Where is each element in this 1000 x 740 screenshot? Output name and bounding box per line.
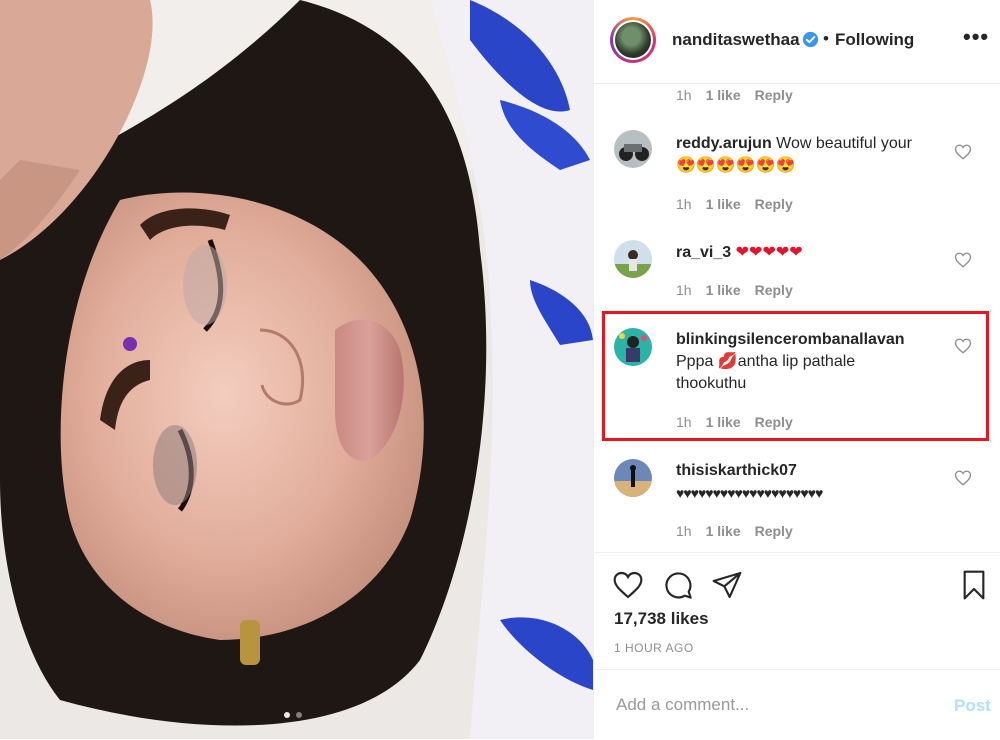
- comment-username[interactable]: blinkingsilencerombanallavan: [676, 331, 905, 348]
- comment-username[interactable]: ra_vi_3: [676, 244, 731, 261]
- comment-like-icon[interactable]: [954, 251, 972, 269]
- likes-count[interactable]: 17,738 likes: [614, 609, 709, 629]
- header-username[interactable]: nanditaswethaa: [672, 30, 800, 50]
- avatar[interactable]: [614, 328, 652, 366]
- verified-badge-icon: [802, 31, 819, 48]
- comment-text: reddy.arujun Wow beautiful your 😍😍😍😍😍😍: [676, 135, 912, 174]
- reply-button[interactable]: Reply: [755, 196, 793, 212]
- post-image: [0, 0, 593, 739]
- comment-text: ra_vi_3 ❤❤❤❤❤: [676, 242, 946, 264]
- emoji-row: 😍😍😍😍😍😍: [676, 157, 796, 174]
- reply-button[interactable]: Reply: [755, 282, 793, 298]
- carousel-indicator: [284, 712, 302, 718]
- comment-likes[interactable]: 1 like: [706, 414, 741, 430]
- comment-likes[interactable]: 1 like: [706, 282, 741, 298]
- comment-likes[interactable]: 1 like: [706, 523, 741, 539]
- bookmark-icon[interactable]: [958, 569, 990, 601]
- post-button[interactable]: Post: [954, 696, 991, 716]
- comment-text: blinkingsilencerombanallavan Pppa 💋antha …: [676, 331, 905, 392]
- comment-like-icon[interactable]: [954, 469, 972, 487]
- post-actions: [594, 552, 1000, 600]
- comment-meta: 1h 1 like Reply: [676, 414, 793, 430]
- comment-time: 1h: [676, 87, 692, 103]
- post-timestamp[interactable]: 1 HOUR AGO: [614, 641, 694, 655]
- following-button[interactable]: Following: [835, 30, 914, 50]
- comment-username[interactable]: thisiskarthick07: [676, 462, 797, 479]
- reply-button[interactable]: Reply: [755, 523, 793, 539]
- add-comment-bar: Post: [594, 669, 1000, 740]
- comment-input[interactable]: [614, 694, 918, 716]
- comment-meta: 1h 1 like Reply: [676, 523, 793, 539]
- paper-plane-icon[interactable]: [711, 569, 743, 601]
- carousel-dot: [296, 712, 302, 718]
- comment-username[interactable]: reddy.arujun: [676, 135, 772, 152]
- comment-meta: 1h 1 like Reply: [676, 87, 807, 103]
- speech-bubble-icon[interactable]: [662, 569, 694, 601]
- avatar[interactable]: [614, 240, 652, 278]
- reply-button[interactable]: Reply: [755, 414, 793, 430]
- comment-meta: 1h 1 like Reply: [676, 282, 793, 298]
- avatar[interactable]: [614, 459, 652, 497]
- avatar[interactable]: [614, 130, 652, 168]
- story-avatar[interactable]: [610, 17, 656, 63]
- header-separator: •: [823, 29, 829, 48]
- post-header: nanditaswethaa • Following •••: [594, 0, 1000, 84]
- comments-list[interactable]: 1h 1 like Reply reddy.arujun Wow beautiful…: [594, 84, 1000, 551]
- emoji-row: ❤❤❤❤❤: [735, 244, 803, 261]
- comment-text: thisiskarthick07 ♥♥♥♥♥♥♥♥♥♥♥♥♥♥♥♥♥♥♥♥: [676, 460, 946, 505]
- post-side-panel: nanditaswethaa • Following ••• 1h 1 like R…: [593, 0, 1000, 739]
- comment-like-icon[interactable]: [954, 337, 972, 355]
- hearts-row: ♥♥♥♥♥♥♥♥♥♥♥♥♥♥♥♥♥♥♥♥: [676, 485, 823, 501]
- post-photo[interactable]: [0, 0, 593, 739]
- heart-outline-icon[interactable]: [612, 569, 644, 601]
- lips-emoji: 💋: [717, 353, 738, 370]
- comment-likes[interactable]: 1 like: [706, 87, 741, 103]
- reply-button[interactable]: Reply: [755, 87, 793, 103]
- more-options-icon[interactable]: •••: [963, 24, 989, 50]
- comment-meta: 1h 1 like Reply: [676, 196, 793, 212]
- carousel-dot-active: [284, 712, 290, 718]
- comment-likes[interactable]: 1 like: [706, 196, 741, 212]
- comment-like-icon[interactable]: [954, 143, 972, 161]
